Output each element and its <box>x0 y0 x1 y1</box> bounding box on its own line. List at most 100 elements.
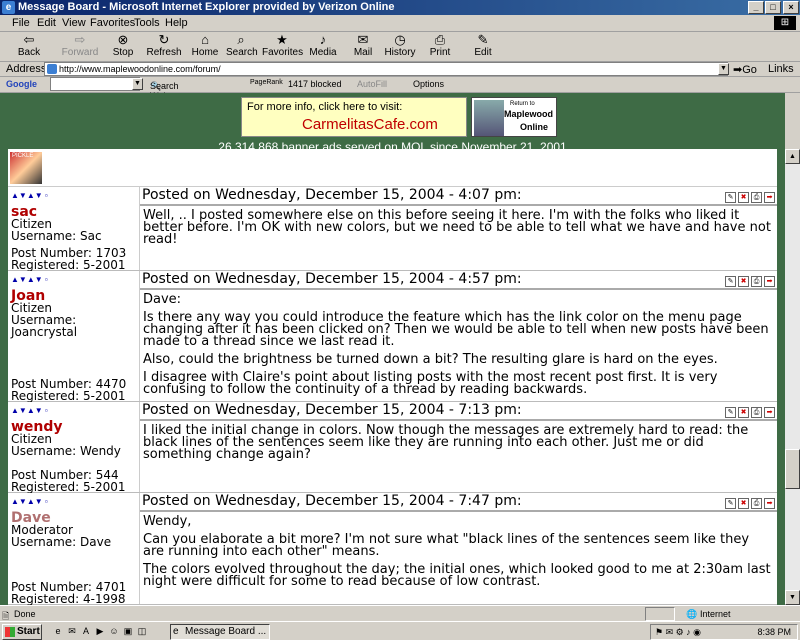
refresh-icon: ↻ <box>158 32 170 47</box>
quicklaunch-app-icon[interactable]: A <box>80 626 92 637</box>
author-username: Username: Wendy <box>11 444 121 458</box>
print-post-icon[interactable]: ⎙ <box>751 407 762 418</box>
pagerank-indicator: PageRank <box>250 79 283 86</box>
autofill-button[interactable]: AutoFill <box>357 79 387 89</box>
post-paragraph: Is there any way you could introduce the… <box>143 310 769 349</box>
print-post-icon[interactable]: ⎙ <box>751 276 762 287</box>
edit-post-icon[interactable]: ✎ <box>725 192 736 203</box>
menu-file[interactable]: File <box>12 17 30 29</box>
menu-tools[interactable]: Tools <box>134 17 160 29</box>
taskbar-item-message-board[interactable]: e Message Board ... <box>170 624 270 640</box>
toolbar-print-button[interactable]: ⎙ Print <box>425 33 455 61</box>
menu-favorites[interactable]: Favorites <box>90 17 135 29</box>
quicklaunch-folder-icon[interactable]: ▣ <box>122 626 134 637</box>
menu-edit[interactable]: Edit <box>37 17 56 29</box>
menu-help[interactable]: Help <box>165 17 188 29</box>
delete-post-icon[interactable]: ✖ <box>738 407 749 418</box>
toolbar-forward-button[interactable]: ⇨ Forward <box>58 33 102 61</box>
return-to-maplewood-link[interactable]: Return to Maplewood Online <box>471 97 557 137</box>
rating-arrows-icon[interactable]: ▲▼▲▼ ▫ <box>11 191 48 200</box>
address-dropdown-button[interactable]: ▼ <box>718 63 729 75</box>
toolbar-favorites-button[interactable]: ★ Favorites <box>262 32 303 61</box>
toolbar-edit-button[interactable]: ✎ Edit <box>468 33 498 61</box>
quicklaunch-ie-icon[interactable]: e <box>52 626 64 637</box>
scroll-thumb[interactable] <box>785 449 800 489</box>
page-icon <box>47 64 57 74</box>
toolbar: ⇦ Back ⇨ Forward ⊗ Stop ↻ Refresh ⌂ Home ⌕ Search ★ F… <box>0 32 800 62</box>
favorites-icon: ★ <box>276 32 288 47</box>
rating-arrows-icon[interactable]: ▲▼▲▼ ▫ <box>11 275 48 284</box>
edit-post-icon[interactable]: ✎ <box>725 276 736 287</box>
avatar-caption-icon: PICKLE <box>12 153 34 159</box>
status-bar: 🗎 Done 🌐 Internet <box>0 605 800 621</box>
delete-post-icon[interactable]: ✖ <box>738 276 749 287</box>
post-content-column: Posted on Wednesday, December 15, 2004 -… <box>139 402 777 492</box>
maplewood-photo <box>474 100 504 136</box>
menu-bar: File Edit View Favorites Tools Help <box>0 15 800 32</box>
toolbar-search-button[interactable]: ⌕ Search <box>226 33 258 61</box>
print-post-icon[interactable]: ⎙ <box>751 192 762 203</box>
post-paragraph: Can you elaborate a bit more? I'm not su… <box>143 532 750 559</box>
start-button[interactable]: Start <box>2 624 42 640</box>
post-paragraph: The colors evolved throughout the day; t… <box>143 562 771 589</box>
post-action-icons: ✎ ✖ ⎙ ➡ <box>723 274 775 287</box>
move-post-icon[interactable]: ➡ <box>764 192 775 203</box>
quicklaunch-desktop-icon[interactable]: ◫ <box>136 626 148 637</box>
quicklaunch-email-icon[interactable]: ✉ <box>66 626 78 637</box>
google-dropdown-button[interactable]: ▼ <box>132 78 143 90</box>
scroll-up-button[interactable]: ▲ <box>785 149 800 164</box>
cafe-banner-ad[interactable]: For more info, click here to visit: Carm… <box>241 97 467 137</box>
maximize-button[interactable]: □ <box>765 1 781 14</box>
author-registered: Registered: 5-2001 <box>11 480 126 494</box>
edit-post-icon[interactable]: ✎ <box>725 407 736 418</box>
minimize-button[interactable]: _ <box>748 1 764 14</box>
google-search-input[interactable] <box>50 77 140 91</box>
vertical-scrollbar[interactable]: ▲ ▼ <box>785 149 800 605</box>
post-body: I liked the initial change in colors. No… <box>143 424 771 467</box>
address-input[interactable]: http://www.maplewoodonline.com/forum/ <box>44 62 728 76</box>
forward-icon: ⇨ <box>74 32 86 47</box>
print-post-icon[interactable]: ⎙ <box>751 498 762 509</box>
rating-arrows-icon[interactable]: ▲▼▲▼ ▫ <box>11 406 48 415</box>
post-action-icons: ✎ ✖ ⎙ ➡ <box>723 496 775 509</box>
quicklaunch-aim-icon[interactable]: ☺ <box>108 626 120 637</box>
user-avatar: PICKLE <box>10 152 42 184</box>
toolbar-mail-button[interactable]: ✉ Mail <box>348 33 378 61</box>
go-button[interactable]: ➡Go <box>733 63 757 76</box>
tray-icons[interactable]: ⚑ ✉ ⚙ ♪ ◉ <box>655 627 701 638</box>
links-button[interactable]: Links <box>768 63 794 75</box>
toolbar-back-button[interactable]: ⇦ Back <box>14 33 44 61</box>
author-username: Username: Sac <box>11 229 102 243</box>
author-registered: Registered: 5-2001 <box>11 389 126 403</box>
menu-view[interactable]: View <box>62 17 86 29</box>
scroll-down-button[interactable]: ▼ <box>785 590 800 605</box>
options-button[interactable]: Options <box>413 79 444 89</box>
move-post-icon[interactable]: ➡ <box>764 276 775 287</box>
toolbar-refresh-button[interactable]: ↻ Refresh <box>146 33 182 61</box>
toolbar-media-button[interactable]: ♪ Media <box>305 33 341 61</box>
toolbar-label: Search <box>226 47 258 58</box>
move-post-icon[interactable]: ➡ <box>764 407 775 418</box>
maplewood-text: Maplewood <box>504 109 553 119</box>
toolbar-home-button[interactable]: ⌂ Home <box>190 33 220 61</box>
delete-post-icon[interactable]: ✖ <box>738 192 749 203</box>
popup-blocked-count[interactable]: 1417 blocked <box>288 79 342 89</box>
toolbar-history-button[interactable]: ◷ History <box>382 33 418 61</box>
author-username: Username: Joancrystal <box>11 313 78 339</box>
rating-arrows-icon[interactable]: ▲▼▲▼ ▫ <box>11 497 48 506</box>
toolbar-stop-button[interactable]: ⊗ Stop <box>108 33 138 61</box>
quicklaunch-media-icon[interactable]: ▶ <box>94 626 106 637</box>
post-date: Posted on Wednesday, December 15, 2004 -… <box>142 271 522 287</box>
status-text: Done <box>14 609 36 619</box>
edit-post-icon[interactable]: ✎ <box>725 498 736 509</box>
forum-thread: PICKLE ▲▼▲▼ ▫ sac Citizen Username: Sac Post… <box>8 149 777 605</box>
internet-zone-icon: 🌐 <box>686 609 698 619</box>
google-button[interactable]: Google <box>6 79 37 89</box>
post-paragraph: Also, could the brightness be turned dow… <box>143 352 718 367</box>
return-to-text: Return to <box>510 101 535 107</box>
delete-post-icon[interactable]: ✖ <box>738 498 749 509</box>
post-header: Posted on Wednesday, December 15, 2004 -… <box>140 271 777 290</box>
post-paragraph: I disagree with Claire's point about lis… <box>143 370 718 397</box>
move-post-icon[interactable]: ➡ <box>764 498 775 509</box>
close-button[interactable]: × <box>783 1 799 14</box>
